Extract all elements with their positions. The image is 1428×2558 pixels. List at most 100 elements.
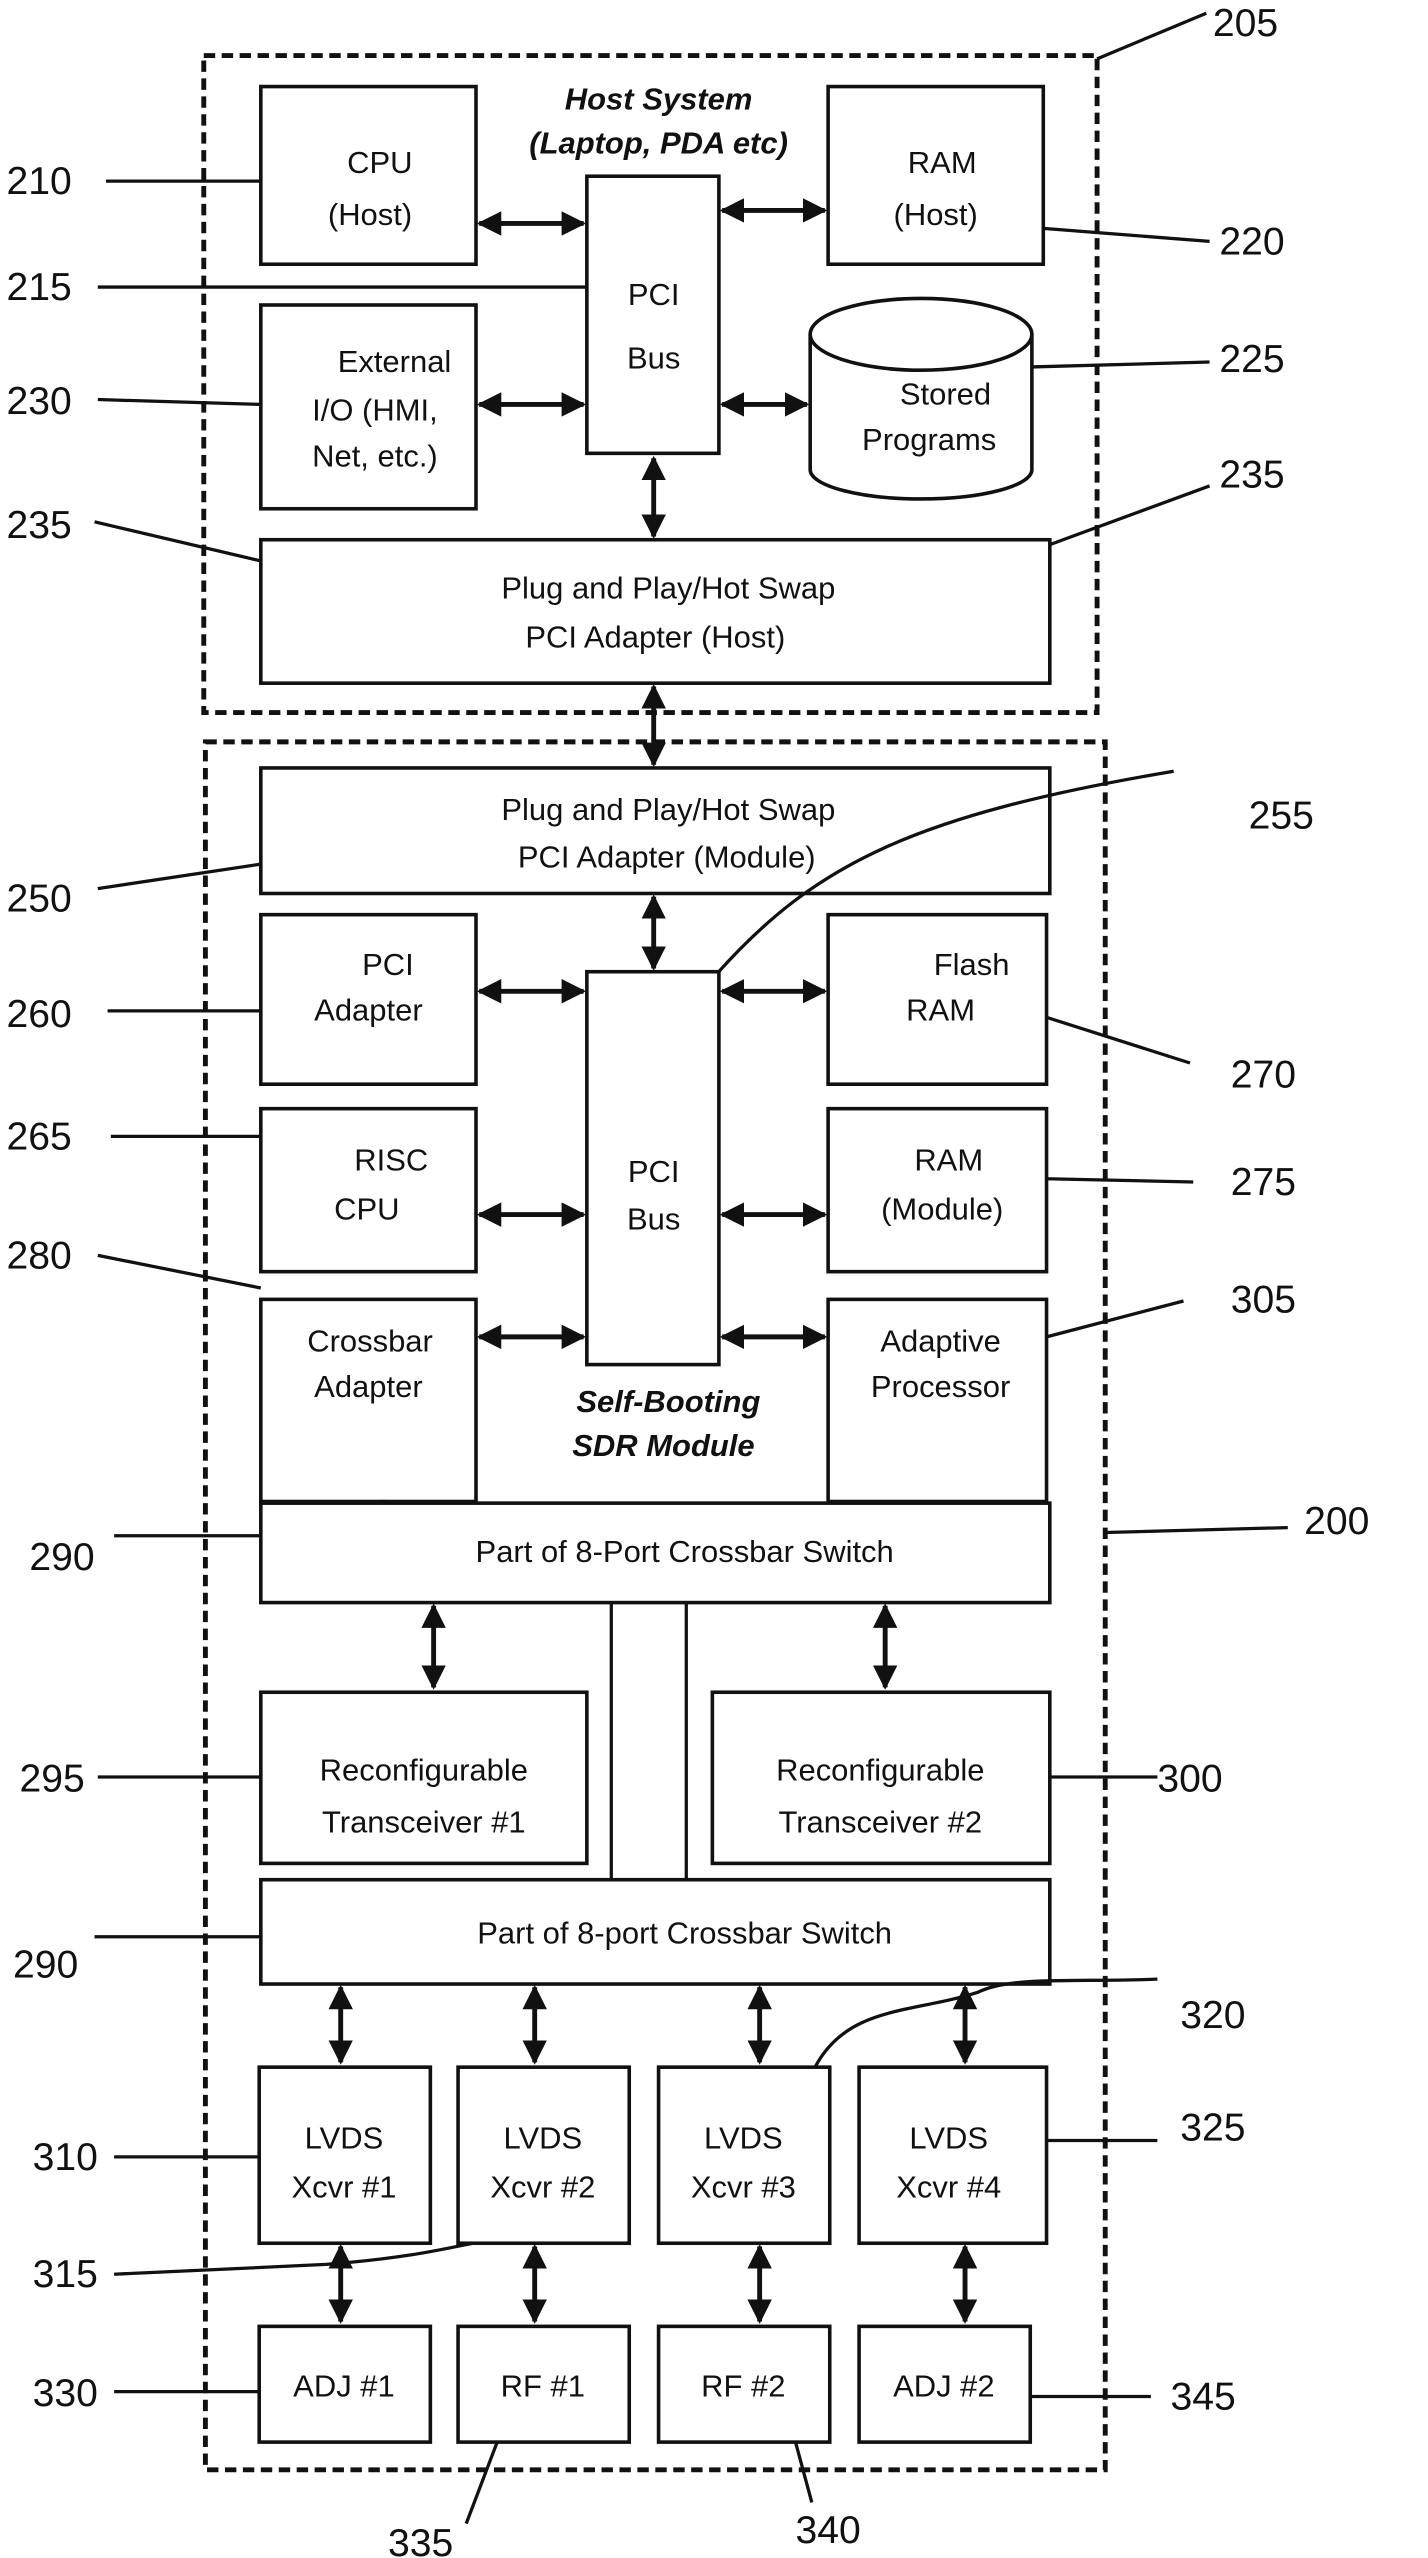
ref-215: 215	[7, 266, 72, 309]
svg-text:PCI: PCI	[628, 277, 680, 312]
svg-text:RISC: RISC	[354, 1143, 428, 1178]
risc-cpu-block: RISC CPU	[259, 1106, 478, 1274]
ref-290-top: 290	[29, 1536, 94, 1579]
host-cpu-block: CPU (Host)	[259, 84, 478, 267]
ref-235-right: 235	[1219, 454, 1284, 497]
svg-text:CPU: CPU	[347, 145, 412, 180]
ref-250: 250	[7, 877, 72, 920]
svg-text:Part of 8-port Crossbar Switch: Part of 8-port Crossbar Switch	[477, 1915, 892, 1950]
svg-text:Net, etc.): Net, etc.)	[312, 438, 438, 473]
lvds-xcvr-1: LVDS Xcvr #1	[257, 2065, 433, 2246]
svg-text:Xcvr #3: Xcvr #3	[691, 2170, 796, 2205]
output-rf-1: RF #1	[456, 2324, 632, 2444]
host-external-io-block: External I/O (HMI, Net, etc.)	[259, 303, 478, 511]
svg-text:PCI: PCI	[628, 1154, 680, 1189]
module-title-1: Self-Booting	[576, 1384, 760, 1419]
flash-ram-block: Flash RAM	[826, 912, 1049, 1086]
svg-text:LVDS: LVDS	[504, 2121, 583, 2156]
svg-text:Transceiver #2: Transceiver #2	[778, 1804, 982, 1839]
lvds-xcvr-2: LVDS Xcvr #2	[456, 2065, 632, 2246]
svg-text:PCI: PCI	[362, 947, 414, 982]
svg-text:Programs: Programs	[862, 422, 996, 457]
ref-235-left: 235	[7, 504, 72, 547]
module-pci-adapter-block: Plug and Play/Hot Swap PCI Adapter (Modu…	[259, 766, 1052, 896]
svg-text:RAM: RAM	[914, 1143, 983, 1178]
ref-275: 275	[1231, 1161, 1296, 1204]
module-title-2: SDR Module	[572, 1428, 754, 1463]
svg-text:Bus: Bus	[627, 341, 680, 376]
ref-340: 340	[796, 2509, 861, 2552]
ref-260: 260	[7, 993, 72, 1036]
ref-345: 345	[1170, 2376, 1235, 2419]
module-pci-bus: PCI Bus	[585, 969, 721, 1367]
crossbar-adapter-block: Crossbar Adapter	[259, 1297, 478, 1504]
svg-text:ADJ #1: ADJ #1	[293, 2368, 395, 2403]
svg-text:Xcvr #2: Xcvr #2	[490, 2170, 595, 2205]
svg-text:Plug and Play/Hot Swap: Plug and Play/Hot Swap	[501, 570, 835, 605]
module-ram-block: RAM (Module)	[826, 1106, 1049, 1274]
ref-310: 310	[33, 2136, 98, 2179]
svg-text:Xcvr #4: Xcvr #4	[896, 2170, 1001, 2205]
ref-255: 255	[1249, 794, 1314, 837]
ref-320: 320	[1180, 1994, 1245, 2037]
crossbar-switch-bottom: Part of 8-port Crossbar Switch	[259, 1877, 1052, 1986]
svg-text:Crossbar: Crossbar	[307, 1324, 433, 1359]
sdr-block-diagram: Host System (Laptop, PDA etc) CPU (Host)…	[7, 2, 1370, 2558]
ref-270: 270	[1231, 1053, 1296, 1096]
svg-text:RF #2: RF #2	[701, 2368, 785, 2403]
reconfigurable-transceiver-2: Reconfigurable Transceiver #2	[710, 1690, 1052, 1866]
ref-210: 210	[7, 160, 72, 203]
ref-205: 205	[1213, 2, 1278, 45]
host-ram-block: RAM (Host)	[826, 84, 1046, 267]
svg-text:Bus: Bus	[627, 1201, 680, 1236]
output-adj-1: ADJ #1	[257, 2324, 433, 2444]
ref-300: 300	[1157, 1758, 1222, 1801]
output-rf-2: RF #2	[656, 2324, 832, 2444]
svg-text:Transceiver #1: Transceiver #1	[322, 1804, 526, 1839]
ref-200: 200	[1304, 1500, 1369, 1543]
pci-adapter-block: PCI Adapter	[259, 912, 478, 1086]
adaptive-processor-block: Adaptive Processor	[826, 1297, 1049, 1504]
lvds-xcvr-4: LVDS Xcvr #4	[857, 2065, 1049, 2246]
svg-text:Adapter: Adapter	[314, 993, 422, 1028]
output-adj-2: ADJ #2	[857, 2324, 1033, 2444]
host-system-title-2: (Laptop, PDA etc)	[529, 125, 788, 160]
ref-335: 335	[388, 2522, 453, 2558]
svg-text:(Host): (Host)	[894, 197, 978, 232]
svg-text:PCI Adapter (Module): PCI Adapter (Module)	[518, 839, 816, 874]
svg-text:Xcvr #1: Xcvr #1	[291, 2170, 396, 2205]
host-pci-bus: PCI Bus	[585, 174, 721, 456]
ref-325: 325	[1180, 2107, 1245, 2150]
svg-text:ADJ #2: ADJ #2	[893, 2368, 995, 2403]
svg-text:PCI Adapter (Host): PCI Adapter (Host)	[525, 619, 785, 654]
svg-text:Processor: Processor	[871, 1369, 1010, 1404]
ref-265: 265	[7, 1115, 72, 1158]
svg-text:CPU: CPU	[334, 1192, 399, 1227]
svg-text:I/O (HMI,: I/O (HMI,	[312, 393, 438, 428]
svg-text:LVDS: LVDS	[305, 2121, 384, 2156]
reconfigurable-transceiver-1: Reconfigurable Transceiver #1	[259, 1690, 589, 1866]
lvds-xcvr-3: LVDS Xcvr #3	[656, 2065, 832, 2246]
svg-text:LVDS: LVDS	[704, 2121, 783, 2156]
svg-text:Stored: Stored	[900, 376, 991, 411]
svg-text:RF #1: RF #1	[501, 2368, 585, 2403]
ref-220: 220	[1219, 220, 1284, 263]
svg-text:Adapter: Adapter	[314, 1369, 422, 1404]
host-pci-adapter-block: Plug and Play/Hot Swap PCI Adapter (Host…	[259, 537, 1052, 685]
svg-text:Reconfigurable: Reconfigurable	[320, 1752, 528, 1787]
ref-330: 330	[33, 2372, 98, 2415]
svg-text:Flash: Flash	[934, 947, 1010, 982]
svg-text:External: External	[338, 344, 452, 379]
host-system-title-1: Host System	[565, 81, 753, 116]
svg-text:(Module): (Module)	[881, 1192, 1003, 1227]
svg-text:Reconfigurable: Reconfigurable	[776, 1752, 984, 1787]
ref-280: 280	[7, 1234, 72, 1277]
svg-text:Plug and Play/Hot Swap: Plug and Play/Hot Swap	[501, 792, 835, 827]
svg-text:RAM: RAM	[908, 145, 977, 180]
ref-290-bottom: 290	[13, 1944, 78, 1987]
svg-text:(Host): (Host)	[328, 197, 412, 232]
svg-text:LVDS: LVDS	[909, 2121, 988, 2156]
ref-305: 305	[1231, 1278, 1296, 1321]
ref-295: 295	[20, 1758, 85, 1801]
svg-text:RAM: RAM	[906, 993, 975, 1028]
